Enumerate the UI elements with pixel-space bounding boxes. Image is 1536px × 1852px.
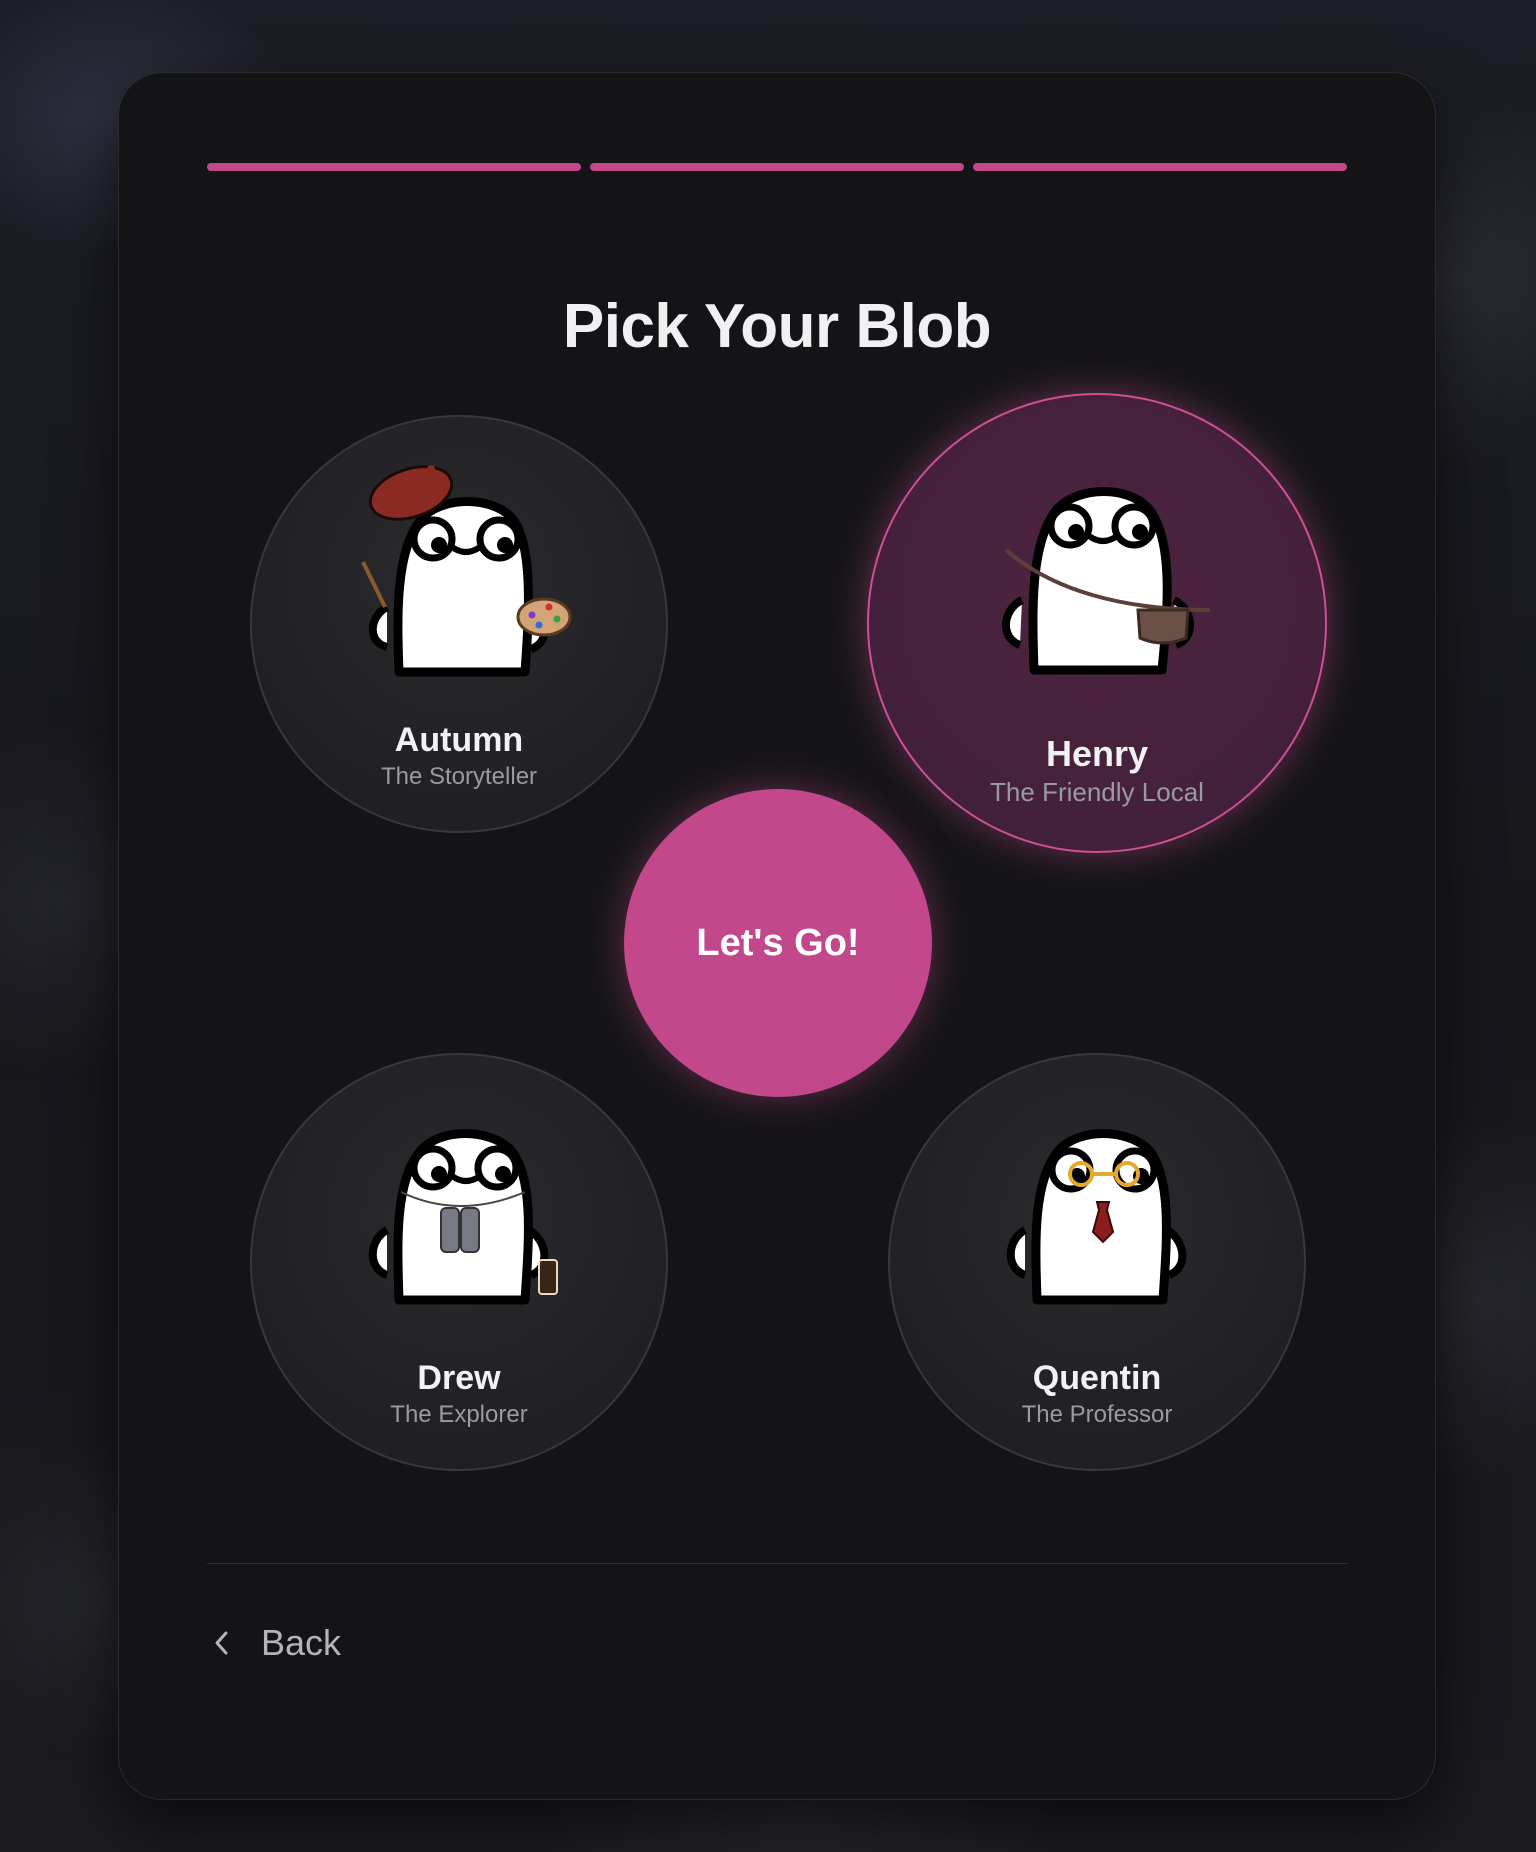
blob-name: Henry <box>1045 733 1149 774</box>
satchel-blob-icon <box>1002 487 1211 675</box>
blob-option-quentin[interactable]: Quentin The Professor <box>888 1053 1306 1471</box>
progress-step-3 <box>973 163 1347 171</box>
page-title: Pick Your Blob <box>562 292 992 361</box>
back-button[interactable]: Back <box>207 1615 341 1671</box>
back-label: Back <box>261 1622 342 1663</box>
glasses-tie-blob-icon <box>1006 1129 1187 1305</box>
onboarding-card: Pick Your Blob Autumn The Storyteller He… <box>118 72 1436 1800</box>
blob-option-drew[interactable]: Drew The Explorer <box>250 1053 668 1471</box>
blob-role: The Explorer <box>390 1401 528 1428</box>
blob-role: The Friendly Local <box>990 777 1204 807</box>
lets-go-button[interactable]: Let's Go! <box>624 789 932 1097</box>
chevron-left-icon <box>207 1628 237 1658</box>
blob-role: The Storyteller <box>380 763 538 790</box>
progress-bar <box>207 163 1347 171</box>
artist-blob-icon <box>361 465 572 677</box>
binoculars-blob-icon <box>368 1129 558 1305</box>
progress-step-1 <box>207 163 581 171</box>
blob-role: The Professor <box>1021 1401 1173 1428</box>
blob-option-autumn[interactable]: Autumn The Storyteller <box>250 415 668 833</box>
progress-step-2 <box>590 163 964 171</box>
footer-divider <box>207 1563 1347 1564</box>
blob-name: Quentin <box>1032 1359 1162 1397</box>
blob-name: Autumn <box>394 721 524 759</box>
blob-option-henry[interactable]: Henry The Friendly Local <box>867 393 1327 853</box>
blob-name: Drew <box>417 1359 501 1397</box>
